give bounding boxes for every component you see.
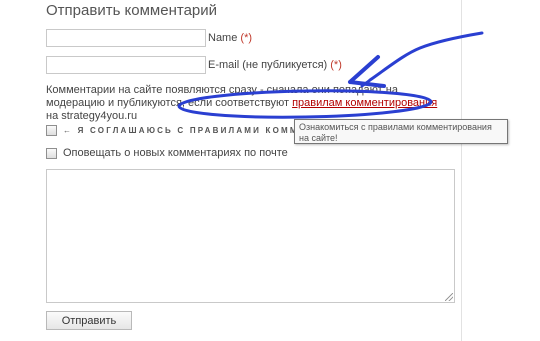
form-title: Отправить комментарий <box>46 2 218 19</box>
name-required-mark: (*) <box>240 32 253 44</box>
annotation-arrow <box>360 31 484 88</box>
name-label: Name (*) <box>208 32 252 44</box>
email-field[interactable] <box>46 56 206 75</box>
notify-label: Оповещать о новых комментариях по почте <box>63 147 288 159</box>
moderation-notice: Комментарии на сайте появляются сразу - … <box>46 84 446 123</box>
notice-text-after: на strategy4you.ru <box>46 110 138 122</box>
email-input[interactable] <box>47 59 205 75</box>
comment-rules-link[interactable]: правилам комментирования <box>292 97 437 109</box>
content-divider <box>461 0 462 341</box>
email-label: E-mail (не публикуется) (*) <box>208 59 342 71</box>
notify-checkbox[interactable] <box>46 147 57 159</box>
agree-checkbox[interactable] <box>46 125 57 136</box>
name-input[interactable] <box>47 32 205 48</box>
annotation-arrowhead <box>348 55 386 88</box>
comment-textarea[interactable] <box>46 169 455 303</box>
name-label-text: Name <box>208 32 238 44</box>
resize-grip-icon[interactable] <box>445 293 453 301</box>
submit-button[interactable]: Отправить <box>46 311 132 330</box>
email-label-text: E-mail (не публикуется) <box>208 59 328 71</box>
email-required-mark: (*) <box>330 59 342 71</box>
notify-row: Оповещать о новых комментариях по почте <box>46 147 288 159</box>
rules-tooltip: Ознакомиться с правилами комментирования… <box>294 119 508 144</box>
name-field[interactable] <box>46 29 206 48</box>
